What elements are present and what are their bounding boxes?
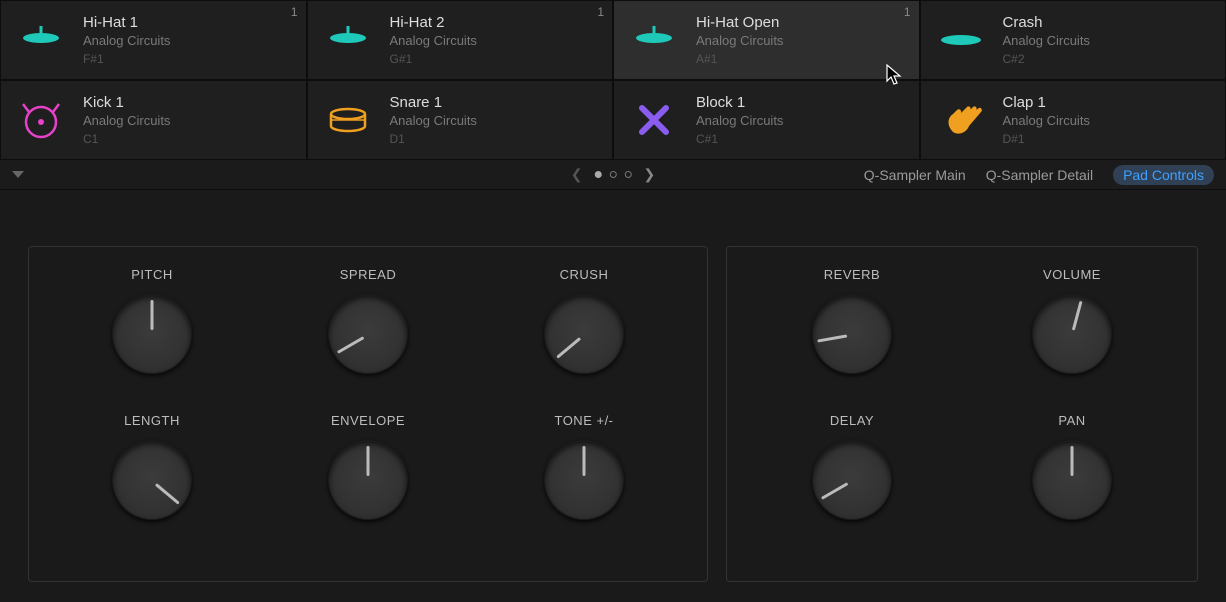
pad-note: C#1 xyxy=(696,132,907,146)
pad-title: Hi-Hat Open xyxy=(696,14,907,31)
pad-subtitle: Analog Circuits xyxy=(390,113,601,128)
pad-cell[interactable]: Hi-Hat Open Analog Circuits A#1 1 xyxy=(613,0,920,80)
knob-reverb: REVERB xyxy=(747,267,957,407)
knob-tone-: TONE +/- xyxy=(481,413,687,553)
pad-note: D#1 xyxy=(1003,132,1214,146)
pad-subtitle: Analog Circuits xyxy=(83,33,294,48)
tab-q-sampler-detail[interactable]: Q-Sampler Detail xyxy=(986,167,1093,183)
pad-text: Hi-Hat 2 Analog Circuits G#1 xyxy=(390,14,601,66)
pad-badge: 1 xyxy=(291,5,298,19)
pad-title: Hi-Hat 2 xyxy=(390,14,601,31)
pad-note: A#1 xyxy=(696,52,907,66)
clap-icon xyxy=(933,92,989,148)
knob-label: PITCH xyxy=(131,267,173,282)
pad-note: F#1 xyxy=(83,52,294,66)
knob-dial[interactable] xyxy=(1032,294,1112,374)
knob-dial[interactable] xyxy=(812,294,892,374)
knob-dial[interactable] xyxy=(544,294,624,374)
knob-label: CRUSH xyxy=(560,267,609,282)
pad-text: Block 1 Analog Circuits C#1 xyxy=(696,94,907,146)
knob-label: ENVELOPE xyxy=(331,413,405,428)
crash-icon xyxy=(933,12,989,68)
pad-badge: 1 xyxy=(597,5,604,19)
knob-dial[interactable] xyxy=(544,440,624,520)
pad-subtitle: Analog Circuits xyxy=(696,33,907,48)
pad-text: Hi-Hat 1 Analog Circuits F#1 xyxy=(83,14,294,66)
block-icon xyxy=(626,92,682,148)
pad-grid: Hi-Hat 1 Analog Circuits F#1 1 Hi-Hat 2 … xyxy=(0,0,1226,160)
pad-subtitle: Analog Circuits xyxy=(83,113,294,128)
pad-cell[interactable]: Clap 1 Analog Circuits D#1 xyxy=(920,80,1226,160)
kick-icon xyxy=(13,92,69,148)
pad-cell[interactable]: Kick 1 Analog Circuits C1 xyxy=(0,80,307,160)
hihat-icon xyxy=(320,12,376,68)
pad-cell[interactable]: Hi-Hat 1 Analog Circuits F#1 1 xyxy=(0,0,307,80)
tab-q-sampler-main[interactable]: Q-Sampler Main xyxy=(864,167,966,183)
pad-title: Hi-Hat 1 xyxy=(83,14,294,31)
knob-dial[interactable] xyxy=(112,294,192,374)
page-dot[interactable] xyxy=(625,171,632,178)
pad-cell[interactable]: Crash Analog Circuits C#2 xyxy=(920,0,1226,80)
knob-label: REVERB xyxy=(824,267,880,282)
disclosure-triangle-icon[interactable] xyxy=(12,171,24,178)
knob-volume: VOLUME xyxy=(967,267,1177,407)
pad-text: Crash Analog Circuits C#2 xyxy=(1003,14,1214,66)
page-dot[interactable] xyxy=(595,171,602,178)
pad-text: Hi-Hat Open Analog Circuits A#1 xyxy=(696,14,907,66)
knob-label: VOLUME xyxy=(1043,267,1101,282)
knob-delay: DELAY xyxy=(747,413,957,553)
knob-envelope: ENVELOPE xyxy=(265,413,471,553)
pad-title: Kick 1 xyxy=(83,94,294,111)
snare-icon xyxy=(320,92,376,148)
knob-label: DELAY xyxy=(830,413,874,428)
panel-right: REVERB VOLUME DELAY PAN xyxy=(726,246,1198,582)
pad-cell[interactable]: Snare 1 Analog Circuits D1 xyxy=(307,80,614,160)
hihat-icon xyxy=(626,12,682,68)
control-panels: PITCH SPREAD CRUSH LENGTH ENVELOPE TONE … xyxy=(0,190,1226,602)
pad-subtitle: Analog Circuits xyxy=(1003,113,1214,128)
pad-subtitle: Analog Circuits xyxy=(696,113,907,128)
tab-bar: ❮ ❯ Q-Sampler Main Q-Sampler Detail Pad Co… xyxy=(0,160,1226,190)
pad-title: Crash xyxy=(1003,14,1214,31)
page-dot[interactable] xyxy=(610,171,617,178)
pad-note: C#2 xyxy=(1003,52,1214,66)
pad-title: Snare 1 xyxy=(390,94,601,111)
knob-dial[interactable] xyxy=(112,440,192,520)
knob-dial[interactable] xyxy=(328,294,408,374)
knob-label: SPREAD xyxy=(340,267,396,282)
pad-title: Block 1 xyxy=(696,94,907,111)
pad-note: C1 xyxy=(83,132,294,146)
page-indicator: ❮ ❯ xyxy=(571,166,655,183)
pad-text: Clap 1 Analog Circuits D#1 xyxy=(1003,94,1214,146)
knob-pitch: PITCH xyxy=(49,267,255,407)
knob-dial[interactable] xyxy=(328,440,408,520)
prev-page-chevron-icon[interactable]: ❮ xyxy=(571,166,583,183)
knob-label: LENGTH xyxy=(124,413,180,428)
knob-label: PAN xyxy=(1058,413,1085,428)
hihat-icon xyxy=(13,12,69,68)
pad-text: Kick 1 Analog Circuits C1 xyxy=(83,94,294,146)
pad-note: G#1 xyxy=(390,52,601,66)
pad-subtitle: Analog Circuits xyxy=(390,33,601,48)
knob-label: TONE +/- xyxy=(554,413,613,428)
knob-dial[interactable] xyxy=(1032,440,1112,520)
knob-crush: CRUSH xyxy=(481,267,687,407)
knob-dial[interactable] xyxy=(812,440,892,520)
pad-title: Clap 1 xyxy=(1003,94,1214,111)
pad-cell[interactable]: Block 1 Analog Circuits C#1 xyxy=(613,80,920,160)
pad-subtitle: Analog Circuits xyxy=(1003,33,1214,48)
knob-spread: SPREAD xyxy=(265,267,471,407)
next-page-chevron-icon[interactable]: ❯ xyxy=(644,166,656,183)
knob-pan: PAN xyxy=(967,413,1177,553)
pad-cell[interactable]: Hi-Hat 2 Analog Circuits G#1 1 xyxy=(307,0,614,80)
pad-badge: 1 xyxy=(904,5,911,19)
pad-note: D1 xyxy=(390,132,601,146)
pad-text: Snare 1 Analog Circuits D1 xyxy=(390,94,601,146)
knob-length: LENGTH xyxy=(49,413,255,553)
panel-left: PITCH SPREAD CRUSH LENGTH ENVELOPE TONE … xyxy=(28,246,708,582)
tab-pad-controls[interactable]: Pad Controls xyxy=(1113,165,1214,185)
